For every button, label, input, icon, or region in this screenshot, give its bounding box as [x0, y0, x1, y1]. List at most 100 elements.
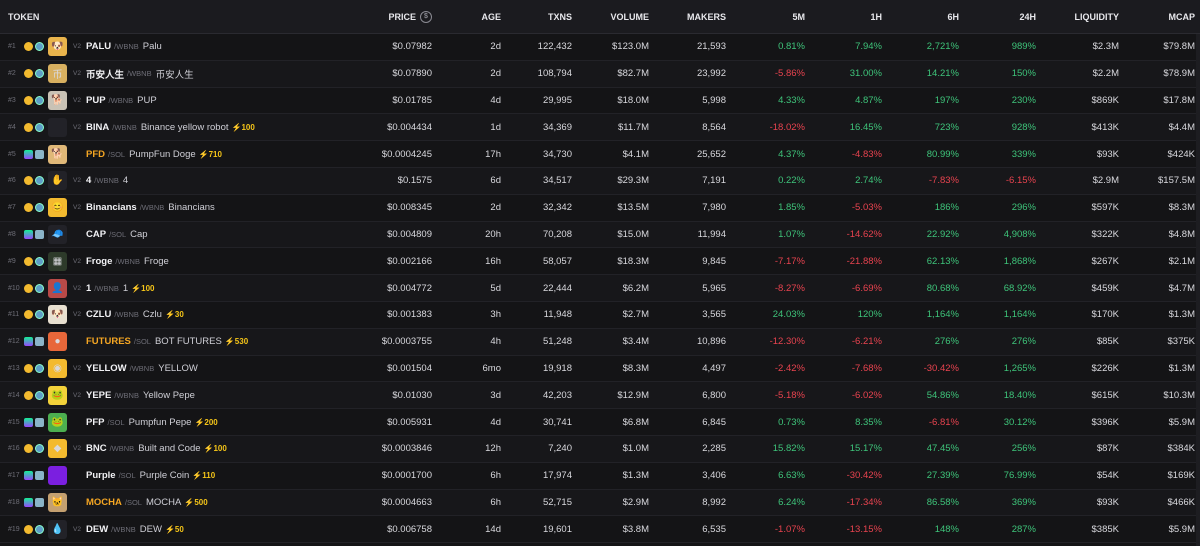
pool-version: V2 [73, 96, 81, 104]
token-cell[interactable]: #5 🐕 PFD/SOL PumpFun Doge ⚡710 [0, 144, 340, 164]
change-5m-cell: -18.02% [769, 121, 805, 133]
table-row[interactable]: #10 👤 V2 1/WBNB 1 ⚡100 $0.004772 5d 22,444 $6.2M 5… [0, 275, 1200, 302]
pumpswap-dex-icon [35, 497, 44, 507]
token-cell[interactable]: #17 Purple/SOL Purple Coin ⚡110 [0, 466, 340, 486]
pumpswap-dex-icon [35, 337, 44, 347]
table-row[interactable]: #5 🐕 PFD/SOL PumpFun Doge ⚡710 $0.0004245 17h 3… [0, 141, 1200, 168]
column-header-price[interactable]: PRICE $ [340, 10, 432, 23]
token-avatar-icon: ▦ [48, 251, 67, 271]
makers-cell: 11,994 [697, 228, 726, 240]
column-header-liquidity[interactable]: LIQUIDITY [1036, 12, 1120, 22]
token-symbol: PFD [86, 148, 105, 160]
column-header-volume[interactable]: VOLUME [572, 12, 649, 22]
volume-cell: $11.7M [618, 121, 649, 133]
table-row[interactable]: #1 🐶 V2 PALU/WBNB Palu $0.07982 2d 122,432 $123.… [0, 34, 1200, 61]
makers-cell: 25,652 [696, 148, 726, 160]
token-avatar-icon: ✋ [48, 171, 67, 191]
token-cell[interactable]: #3 🐕 V2 PUP/WBNB PUP [0, 90, 340, 110]
table-row[interactable]: #2 币 V2 币安人生/WBNB 币安人生 $0.07890 2d 108,794 $82.7… [0, 60, 1200, 88]
boost-badge: ⚡710 [198, 149, 222, 159]
token-cell[interactable]: #8 🧢 CAP/SOL Cap [0, 224, 340, 244]
token-cell[interactable]: #6 ✋ V2 4/WBNB 4 [0, 171, 340, 191]
token-cell[interactable]: #9 ▦ V2 Froge/WBNB Froge [0, 251, 340, 271]
table-row[interactable]: #8 🧢 CAP/SOL Cap $0.004809 20h 70,208 $15.0M 11,… [0, 221, 1200, 249]
scrollbar[interactable] [1196, 34, 1200, 546]
change-6h-cell: 186% [934, 202, 959, 214]
price-cell: $0.008345 [387, 202, 432, 214]
table-row[interactable]: #9 ▦ V2 Froge/WBNB Froge $0.002166 16h 58,057 $1… [0, 248, 1200, 276]
change-6h-cell: 723% [934, 121, 959, 133]
price-cell: $0.001383 [387, 309, 432, 321]
table-row[interactable]: #13 ◉ V2 YELLOW/WBNB YELLOW $0.001504 6mo 19,91… [0, 356, 1200, 383]
token-avatar-icon: 🐶 [48, 37, 67, 57]
table-row[interactable]: #18 🐱 MOCHA/SOL MOCHA ⚡500 $0.0004663 6h 52,715… [0, 489, 1200, 517]
change-24h-cell: 296% [1011, 202, 1036, 214]
column-header-age[interactable]: AGE [432, 12, 501, 22]
change-1h-cell: -6.69% [851, 282, 882, 294]
token-cell[interactable]: #19 💧 V2 DEW/WBNB DEW ⚡50 [0, 519, 340, 539]
column-header-6h[interactable]: 6H [882, 12, 959, 22]
token-cell[interactable]: #13 ◉ V2 YELLOW/WBNB YELLOW [0, 358, 340, 378]
token-cell[interactable]: #4 V2 BINA/WBNB Binance yellow robot ⚡100 [0, 117, 340, 137]
makers-cell: 9,845 [702, 255, 726, 267]
column-header-1h[interactable]: 1H [805, 12, 882, 22]
mcap-cell: $384K [1167, 443, 1195, 455]
token-cell[interactable]: #16 ◆ V2 BNC/WBNB Built and Code ⚡100 [0, 439, 340, 459]
makers-cell: 7,980 [702, 202, 726, 214]
change-24h-cell: 928% [1011, 121, 1036, 133]
token-cell[interactable]: #2 币 V2 币安人生/WBNB 币安人生 [0, 64, 340, 84]
column-header-token[interactable]: TOKEN [0, 12, 340, 22]
solana-chain-icon [24, 229, 33, 239]
quote-pair: /WBNB [129, 363, 155, 373]
bnb-chain-icon [24, 203, 33, 213]
pool-version: V2 [73, 123, 81, 131]
column-header-24h[interactable]: 24H [959, 12, 1036, 22]
liquidity-cell: $2.3M [1092, 41, 1119, 53]
token-cell[interactable]: #7 😊 V2 Binancians/WBNB Binancians [0, 198, 340, 218]
pool-version: V2 [73, 43, 81, 51]
solana-chain-icon [24, 497, 33, 507]
token-avatar-icon: 🐸 [48, 412, 67, 432]
change-1h-cell: -5.03% [851, 202, 882, 214]
quote-pair: /WBNB [111, 524, 136, 534]
token-name: DEW [139, 523, 162, 535]
table-row[interactable]: #4 V2 BINA/WBNB Binance yellow robot ⚡100 $0.… [0, 114, 1200, 142]
column-header-mcap[interactable]: MCAP [1119, 12, 1200, 22]
pancakeswap-dex-icon [35, 256, 44, 266]
boost-badge: ⚡500 [184, 497, 208, 507]
token-cell[interactable]: #1 🐶 V2 PALU/WBNB Palu [0, 37, 340, 57]
change-24h-cell: 18.40% [1003, 389, 1036, 401]
txns-cell: 32,342 [542, 202, 572, 214]
pancakeswap-dex-icon [35, 95, 44, 105]
quote-pair: /SOL [133, 337, 151, 347]
table-row[interactable]: #7 😊 V2 Binancians/WBNB Binancians $0.008345 2… [0, 195, 1200, 222]
table-row[interactable]: #6 ✋ V2 4/WBNB 4 $0.1575 6d 34,517 $29.3M 7,191 0.… [0, 167, 1200, 195]
column-header-makers[interactable]: MAKERS [649, 12, 726, 22]
pool-version: V2 [73, 257, 81, 265]
token-cell[interactable]: #11 🐶 V2 CZLU/WBNB Czlu ⚡30 [0, 305, 340, 325]
rank: #9 [8, 257, 16, 265]
table-row[interactable]: #12 ● FUTURES/SOL BOT FUTURES ⚡530 $0.0003755… [0, 328, 1200, 356]
age-cell: 4d [490, 94, 501, 106]
table-row[interactable]: #17 Purple/SOL Purple Coin ⚡110 $0.0001700 6h… [0, 463, 1200, 490]
volume-cell: $4.1M [622, 148, 649, 160]
token-cell[interactable]: #10 👤 V2 1/WBNB 1 ⚡100 [0, 278, 340, 298]
makers-cell: 2,285 [702, 443, 726, 455]
currency-toggle-icon[interactable]: $ [420, 10, 432, 23]
column-header-5m[interactable]: 5M [726, 12, 805, 22]
table-row[interactable]: #15 🐸 PFP/SOL Pumpfun Pepe ⚡200 $0.005931 4d 30… [0, 409, 1200, 436]
table-row[interactable]: #19 💧 V2 DEW/WBNB DEW ⚡50 $0.006758 14d 19,601 $3… [0, 516, 1200, 544]
token-cell[interactable]: #14 🐸 V2 YEPE/WBNB Yellow Pepe [0, 385, 340, 405]
token-table: TOKEN PRICE $ AGE TXNS VOLUME MAKERS 5M … [0, 0, 1200, 546]
token-cell[interactable]: #15 🐸 PFP/SOL Pumpfun Pepe ⚡200 [0, 412, 340, 432]
column-header-txns[interactable]: TXNS [501, 12, 572, 22]
table-row[interactable]: #16 ◆ V2 BNC/WBNB Built and Code ⚡100 $0.00038… [0, 435, 1200, 463]
token-cell[interactable]: #12 ● FUTURES/SOL BOT FUTURES ⚡530 [0, 332, 340, 352]
change-24h-cell: 230% [1011, 94, 1036, 106]
token-cell[interactable]: #18 🐱 MOCHA/SOL MOCHA ⚡500 [0, 492, 340, 512]
table-row[interactable]: #3 🐕 V2 PUP/WBNB PUP $0.01785 4d 29,995 $18.0M 5,… [0, 88, 1200, 115]
price-cell: $0.004809 [387, 228, 432, 240]
table-row[interactable]: #11 🐶 V2 CZLU/WBNB Czlu ⚡30 $0.001383 3h 11,948 $… [0, 302, 1200, 329]
table-row[interactable]: #14 🐸 V2 YEPE/WBNB Yellow Pepe $0.01030 3d 42,2… [0, 382, 1200, 410]
mcap-cell: $5.9M [1168, 523, 1195, 535]
